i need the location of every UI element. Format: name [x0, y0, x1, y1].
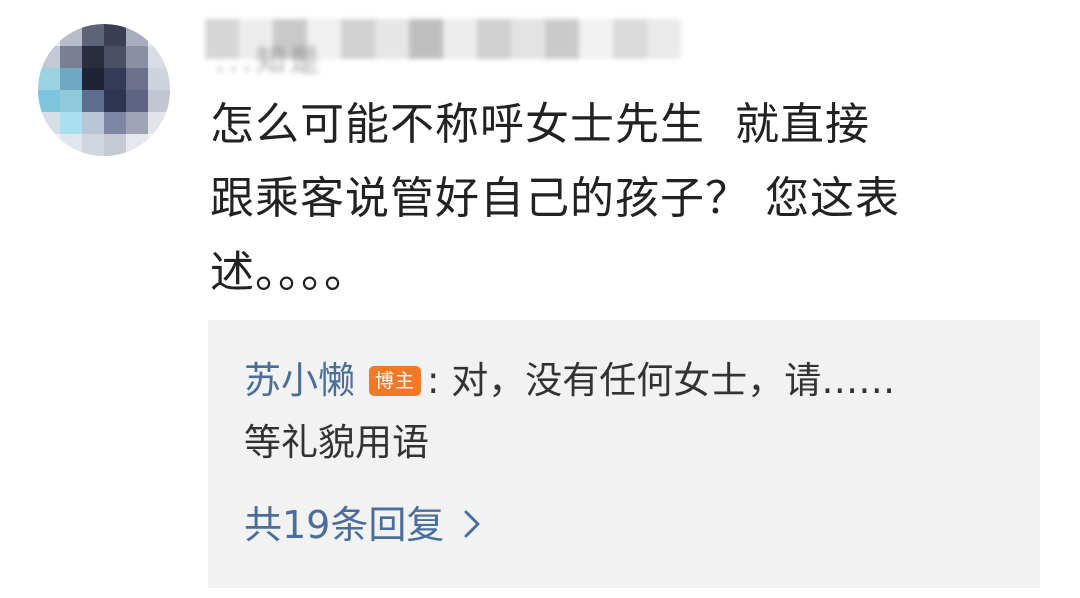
- reply-preview-box[interactable]: 苏小懒 博主: 对，没有任何女士，请…… 等礼貌用语 共19条回复: [208, 320, 1040, 588]
- comment-line: 怎么可能不称呼女士先生 就直接: [210, 99, 870, 150]
- avatar[interactable]: [38, 24, 170, 156]
- username-fragment: ...知是: [215, 44, 324, 79]
- comment-item: ...知是 怎么可能不称呼女士先生 就直接 跟乘客说管好自己的孩子？ 您这表 述…: [0, 0, 1080, 598]
- reply-separator: :: [427, 359, 440, 402]
- reply-text: 对，没有任何女士，请……: [451, 359, 896, 402]
- view-all-replies-link[interactable]: 共19条回复: [244, 494, 482, 556]
- comment-line: 跟乘客说管好自己的孩子？ 您这表: [210, 173, 900, 224]
- comment-body: 怎么可能不称呼女士先生 就直接 跟乘客说管好自己的孩子？ 您这表 述。。。。: [210, 88, 1000, 310]
- view-all-replies-label: 共19条回复: [244, 503, 445, 547]
- chevron-right-icon: [462, 494, 482, 556]
- comment-line: 述。。。。: [210, 247, 369, 298]
- reply-first-line: 苏小懒 博主: 对，没有任何女士，请……: [244, 350, 1024, 412]
- author-badge: 博主: [369, 366, 422, 396]
- reply-text-continued: 等礼貌用语: [244, 421, 429, 464]
- reply-author[interactable]: 苏小懒: [244, 359, 355, 402]
